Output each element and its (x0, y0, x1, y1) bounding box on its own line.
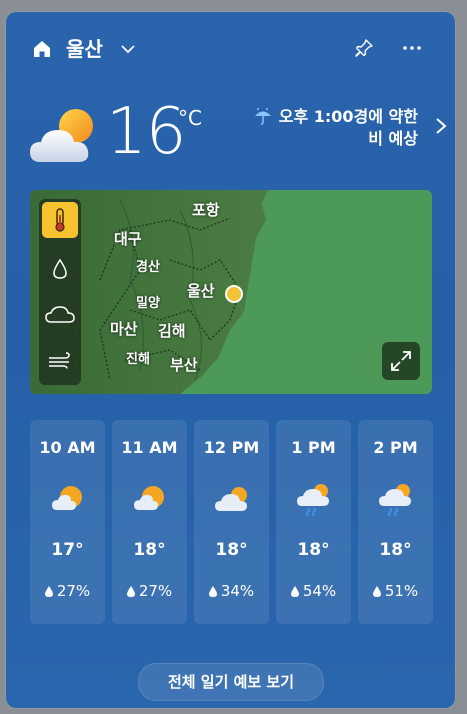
map-layer-bar (39, 199, 81, 385)
map-label-daegu: 대구 (114, 230, 142, 248)
layer-wind-button[interactable] (42, 343, 78, 379)
droplet-icon (372, 586, 381, 597)
widget-header: 울산 (32, 36, 432, 64)
expand-icon (391, 351, 411, 371)
weather-map[interactable]: 포항 대구 경산 울산 밀양 마산 김해 진해 부산 (30, 190, 432, 394)
map-label-masan: 마산 (110, 320, 138, 338)
hour-precip: 51% (358, 582, 433, 600)
hour-precip-value: 27% (56, 582, 91, 600)
hour-card[interactable]: 2 PM 18° 51% (358, 420, 433, 624)
partly-cloudy-icon (30, 109, 93, 162)
droplet-icon (126, 586, 135, 597)
precip-forecast-line1: 오후 1:00경에 약한 (218, 106, 418, 128)
precip-forecast-line2: 비 예상 (368, 129, 418, 148)
droplet-icon (290, 586, 299, 597)
hourly-forecast: 10 AM 17° 27% 11 AM 18° 27% 12 PM 18° 34… (30, 420, 434, 624)
map-label-ulsan: 울산 (187, 282, 215, 300)
map-label-jinhae: 진해 (126, 352, 150, 367)
wind-icon (49, 352, 70, 369)
hour-precip: 27% (30, 582, 105, 600)
hour-temp: 18° (215, 540, 248, 560)
hour-card[interactable]: 12 PM 18° 34% (194, 420, 269, 624)
umbrella-rain-icon (254, 108, 271, 125)
cloud-rain-icon (379, 484, 411, 517)
map-label-gyeongsan: 경산 (136, 260, 160, 275)
precip-forecast[interactable]: 오후 1:00경에 약한 비 예상 (218, 106, 418, 150)
hour-temp: 18° (297, 540, 330, 560)
current-temperature: 16 (106, 95, 186, 169)
hour-precip-value: 54% (302, 582, 337, 600)
hour-time: 10 AM (39, 438, 96, 457)
full-forecast-button[interactable]: 전체 일기 예보 보기 (138, 663, 324, 701)
droplet-icon (208, 586, 217, 597)
cloud-icon (45, 306, 75, 323)
precip-forecast-text1: 오후 1:00경에 약한 (278, 107, 418, 126)
more-icon[interactable] (400, 38, 424, 58)
location-marker (225, 285, 243, 303)
map-expand-button[interactable] (382, 342, 420, 380)
hour-card[interactable]: 1 PM 18° 54% (276, 420, 351, 624)
partly-sunny-icon (134, 486, 164, 510)
pin-icon[interactable] (354, 38, 374, 58)
hour-time: 12 PM (203, 438, 260, 457)
droplet-icon (53, 258, 67, 279)
weather-widget: 울산 16 °C 오후 1:00경에 약한 비 예상 포항 대구 경산 울산 밀… (6, 12, 455, 708)
hour-card[interactable]: 10 AM 17° 27% (30, 420, 105, 624)
map-label-busan: 부산 (170, 356, 198, 374)
hour-precip-value: 27% (138, 582, 173, 600)
map-label-miryang: 밀양 (136, 296, 160, 311)
layer-temperature-button[interactable] (42, 202, 78, 238)
hour-card[interactable]: 11 AM 18° 27% (112, 420, 187, 624)
hour-precip: 54% (276, 582, 351, 600)
chevron-right-icon[interactable] (434, 116, 448, 136)
droplet-icon (44, 586, 53, 597)
hour-temp: 17° (51, 540, 84, 560)
hour-time: 1 PM (291, 438, 336, 457)
layer-cloud-button[interactable] (42, 297, 78, 333)
temperature-unit[interactable]: °C (178, 106, 202, 130)
hour-time: 2 PM (373, 438, 418, 457)
chevron-down-icon[interactable] (120, 41, 136, 57)
city-name[interactable]: 울산 (66, 36, 103, 62)
hour-time: 11 AM (121, 438, 178, 457)
hour-temp: 18° (379, 540, 412, 560)
map-label-gimhae: 김해 (158, 322, 186, 340)
mostly-cloudy-icon (215, 487, 247, 511)
map-label-pohang: 포항 (192, 201, 220, 219)
hour-precip-value: 51% (384, 582, 419, 600)
layer-precipitation-button[interactable] (42, 251, 78, 287)
home-icon (34, 41, 50, 57)
hour-precip: 34% (194, 582, 269, 600)
current-conditions[interactable]: 16 °C 오후 1:00경에 약한 비 예상 (28, 95, 448, 180)
hour-precip-value: 34% (220, 582, 255, 600)
hour-precip: 27% (112, 582, 187, 600)
partly-sunny-icon (52, 486, 82, 510)
hour-temp: 18° (133, 540, 166, 560)
thermometer-icon (55, 208, 65, 232)
cloud-rain-icon (297, 484, 329, 517)
